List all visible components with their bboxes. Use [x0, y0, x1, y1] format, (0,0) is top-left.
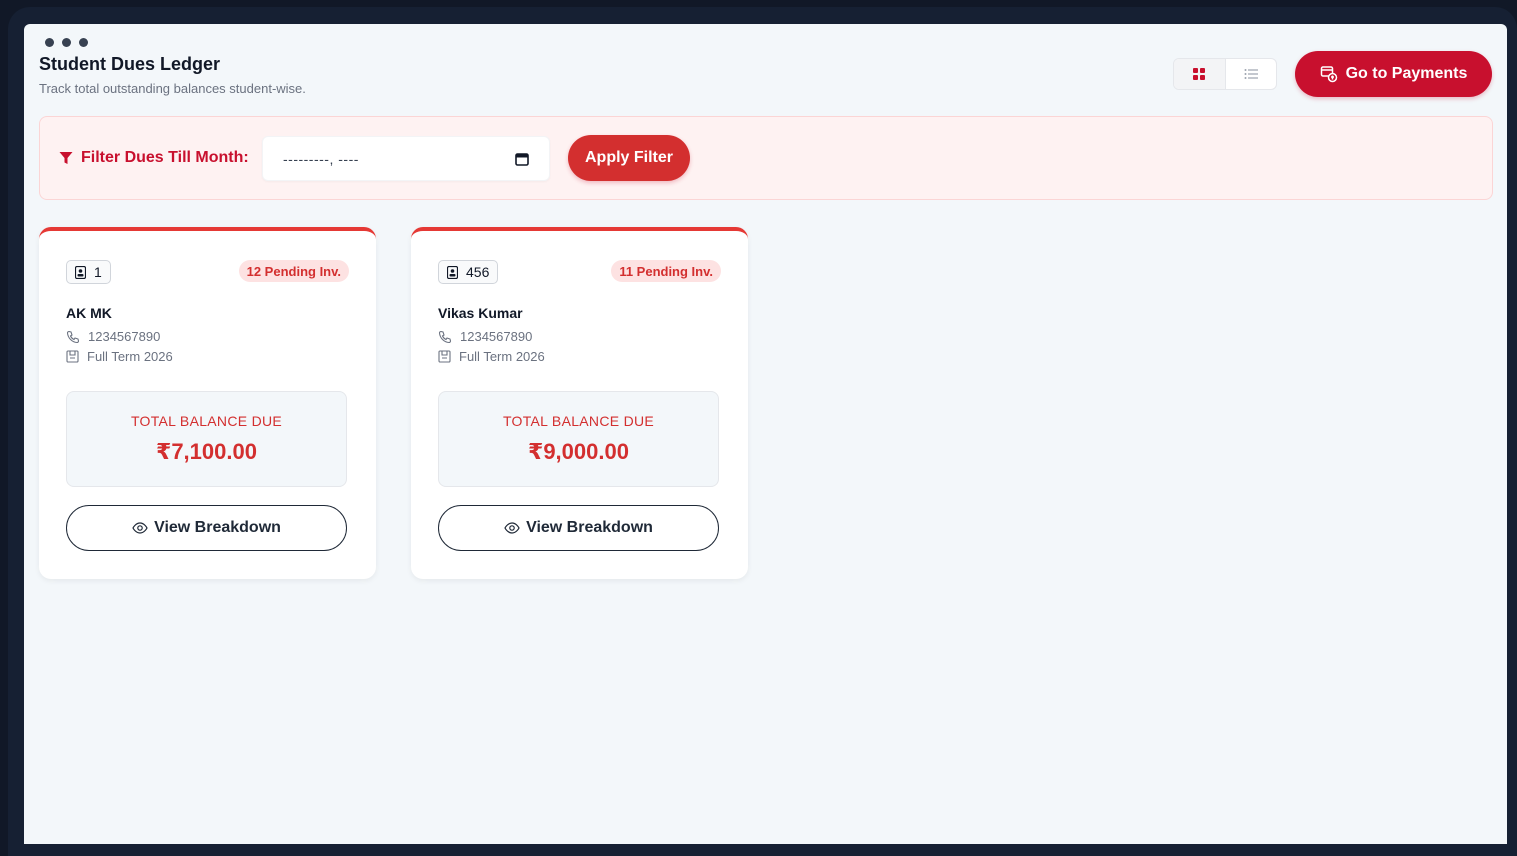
phone-icon [66, 330, 80, 343]
window-dot [45, 38, 54, 47]
grid-icon [1193, 68, 1206, 80]
month-input-value: ---------, ---- [283, 150, 359, 167]
student-id: 456 [466, 264, 490, 280]
balance-label: TOTAL BALANCE DUE [130, 413, 283, 429]
view-breakdown-label: View Breakdown [526, 519, 653, 536]
student-phone-text: 1234567890 [460, 329, 533, 344]
window-dots [45, 38, 88, 47]
pending-invoices-badge: 11 Pending Inv. [611, 260, 721, 282]
student-card: 1 12 Pending Inv. AK MK 1234567890 Full … [39, 227, 376, 579]
id-card-icon [447, 265, 458, 279]
student-term: Full Term 2026 [438, 349, 545, 364]
student-phone-text: 1234567890 [88, 329, 161, 344]
window-dot [62, 38, 71, 47]
balance-label: TOTAL BALANCE DUE [502, 413, 655, 429]
balance-amount: ₹7,100.00 [156, 439, 257, 464]
student-term: Full Term 2026 [66, 349, 173, 364]
student-id: 1 [94, 264, 102, 280]
list-view-button[interactable] [1226, 59, 1277, 89]
grid-view-button[interactable] [1174, 59, 1226, 89]
month-input[interactable]: ---------, ---- [262, 136, 550, 181]
window-dot [79, 38, 88, 47]
filter-label: Filter Dues Till Month: [59, 149, 249, 167]
phone-icon [438, 330, 452, 343]
balance-box: TOTAL BALANCE DUE ₹7,100.00 [66, 391, 347, 487]
page-subtitle: Track total outstanding balances student… [39, 81, 306, 96]
term-icon [438, 350, 451, 363]
filter-label-text: Filter Dues Till Month: [81, 149, 249, 166]
app-screen: Student Dues Ledger Track total outstand… [24, 24, 1507, 844]
view-breakdown-button[interactable]: View Breakdown [66, 505, 347, 551]
pending-invoices-badge: 12 Pending Inv. [238, 260, 349, 282]
eye-icon [132, 522, 148, 534]
view-breakdown-button[interactable]: View Breakdown [438, 505, 719, 551]
calendar-icon[interactable] [515, 152, 529, 166]
go-to-payments-label: Go to Payments [1345, 65, 1468, 82]
apply-filter-button[interactable]: Apply Filter [568, 135, 690, 181]
student-id-badge: 456 [438, 260, 499, 284]
student-card: 456 11 Pending Inv. Vikas Kumar 12345678… [411, 227, 748, 579]
go-to-payments-button[interactable]: Go to Payments [1295, 51, 1492, 97]
view-breakdown-label: View Breakdown [154, 519, 281, 536]
student-id-badge: 1 [66, 260, 111, 284]
student-name: Vikas Kumar [438, 305, 523, 321]
filter-icon [59, 152, 73, 164]
student-term-text: Full Term 2026 [87, 349, 173, 364]
student-name: AK MK [66, 305, 112, 321]
balance-box: TOTAL BALANCE DUE ₹9,000.00 [438, 391, 719, 487]
term-icon [66, 350, 79, 363]
student-term-text: Full Term 2026 [459, 349, 545, 364]
eye-icon [504, 522, 520, 534]
balance-amount: ₹9,000.00 [528, 439, 629, 464]
filter-bar: Filter Dues Till Month: ---------, ---- … [39, 116, 1493, 200]
payments-icon [1320, 66, 1337, 83]
page-title: Student Dues Ledger [39, 54, 221, 74]
list-icon [1244, 69, 1258, 79]
id-card-icon [75, 265, 86, 279]
view-toggle [1173, 58, 1277, 90]
student-phone: 1234567890 [438, 329, 532, 344]
student-phone: 1234567890 [66, 329, 160, 344]
